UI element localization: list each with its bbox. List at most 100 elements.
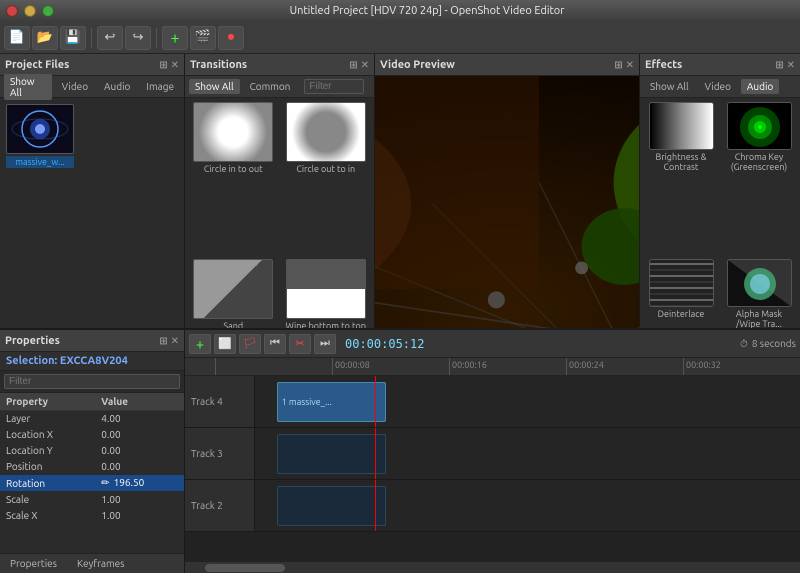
effect-thumb-chroma [727,102,792,150]
ruler-mark-32: 00:00:32 [683,358,800,375]
effect-label-alphamask: Alpha Mask/Wipe Tra... [736,309,782,329]
tab-show-all-effects[interactable]: Show All [644,79,695,94]
timeline-tracks: Track 4 1 massive_... Track 3 Track 2 [185,376,800,561]
property-row[interactable]: Scale1.00 [0,492,184,508]
track-content-4[interactable]: 1 massive_... [255,376,800,427]
timeline-remove-button[interactable]: ⬜ [214,334,236,354]
property-row[interactable]: Scale X1.00 [0,508,184,524]
effect-label-chroma: Chroma Key(Greenscreen) [731,152,787,172]
property-value: 0.00 [95,427,184,443]
tab-video-files[interactable]: Video [56,79,94,94]
track-clip-massive[interactable]: 1 massive_... [277,382,386,422]
redo-button[interactable]: ↪ [125,26,151,50]
tab-common-transitions[interactable]: Common [244,79,297,94]
timeline-scrollbar[interactable] [185,561,800,573]
properties-tabs: Properties Keyframes [0,553,184,573]
track-row-4: Track 4 1 massive_... [185,376,800,428]
panel-menu-icon[interactable]: ⊞ [159,59,167,71]
main-toolbar: 📄 📂 💾 ↩ ↪ + 🎬 ⏺ [0,22,800,54]
tab-audio-files[interactable]: Audio [98,79,136,94]
playhead-3 [375,428,376,479]
timeline-start-button[interactable]: ⏮ [264,334,286,354]
effect-item-brightness[interactable]: Brightness &Contrast [644,102,718,255]
property-value: ✏196.50 [95,475,184,492]
effects-menu-icon[interactable]: ⊞ [775,59,783,71]
property-row[interactable]: Location Y0.00 [0,443,184,459]
effects-close-icon[interactable]: ✕ [787,59,795,71]
timeline-flag-button[interactable]: 🏳 [239,334,261,354]
timeline-add-button[interactable]: + [189,334,211,354]
track-clip-2[interactable] [277,486,386,526]
timeline-duration: ⏱ 8 seconds [740,338,796,350]
track-row-3: Track 3 [185,428,800,480]
undo-button[interactable]: ↩ [97,26,123,50]
transitions-filter-input[interactable] [304,79,364,94]
video-preview-menu-icon[interactable]: ⊞ [614,59,622,71]
ruler-mark-24: 00:00:24 [566,358,683,375]
project-files-title: Project Files [5,59,69,71]
tab-audio-effects[interactable]: Audio [741,79,779,94]
tab-properties[interactable]: Properties [0,556,67,571]
project-files-tabbar: Show All Video Audio Image [0,76,184,98]
timeline-split-button[interactable]: ✂ [289,334,311,354]
properties-panel: Properties ⊞ ✕ Selection: EXCCA8V204 Pro… [0,330,185,573]
video-preview-close-icon[interactable]: ✕ [626,59,634,71]
file-label: massive_w... [6,156,74,168]
property-value: 4.00 [95,411,184,427]
import-button[interactable]: 🎬 [190,26,216,50]
properties-panel-icons: ⊞ ✕ [159,335,179,347]
save-button[interactable]: 💾 [60,26,86,50]
transition-item-circle-in-out[interactable]: Circle in to out [189,102,278,255]
timeline-end-button[interactable]: ⏭ [314,334,336,354]
timeline-ruler: 00:00:08 00:00:16 00:00:24 00:00:32 [185,358,800,376]
video-preview-title: Video Preview [380,59,455,71]
track-row-2: Track 2 [185,480,800,532]
effects-panel-icons: ⊞ ✕ [775,59,795,71]
tab-show-all-transitions[interactable]: Show All [189,79,240,94]
property-name: Layer [0,411,95,427]
new-button[interactable]: 📄 [4,26,30,50]
col-value: Value [95,393,184,411]
transition-item-circle-out-in[interactable]: Circle out to in [282,102,371,255]
property-name: Scale X [0,508,95,524]
track-label-3: Track 3 [185,428,255,479]
col-property: Property [0,393,95,411]
file-item[interactable]: massive_w... [6,104,74,168]
maximize-button[interactable] [42,5,54,17]
property-row[interactable]: Position0.00 [0,459,184,475]
property-row[interactable]: Rotation✏196.50 [0,475,184,492]
properties-close-icon[interactable]: ✕ [171,335,179,347]
effect-thumb-alphamask [727,259,792,307]
properties-menu-icon[interactable]: ⊞ [159,335,167,347]
panel-close-icon[interactable]: ✕ [171,59,179,71]
track-clip-3[interactable] [277,434,386,474]
property-name: Position [0,459,95,475]
close-button[interactable] [6,5,18,17]
tab-show-all-files[interactable]: Show All [4,74,52,100]
add-button[interactable]: + [162,26,188,50]
record-button[interactable]: ⏺ [218,26,244,50]
track-content-3[interactable] [255,428,800,479]
transition-label: Circle in to out [204,164,263,174]
property-value: 0.00 [95,459,184,475]
panel-header-icons: ⊞ ✕ [159,59,179,71]
ruler-marks: 00:00:08 00:00:16 00:00:24 00:00:32 [185,358,800,375]
project-files-header: Project Files ⊞ ✕ [0,54,184,76]
property-row[interactable]: Layer4.00 [0,411,184,427]
toolbar-separator-2 [156,28,157,48]
scrollbar-thumb[interactable] [205,564,285,572]
minimize-button[interactable] [24,5,36,17]
property-row[interactable]: Location X0.00 [0,427,184,443]
properties-filter-input[interactable] [4,374,180,389]
effects-title: Effects [645,59,682,71]
transition-thumb-circle-out-in [286,102,366,162]
tab-keyframes[interactable]: Keyframes [67,556,135,571]
transitions-close-icon[interactable]: ✕ [361,59,369,71]
tab-video-effects[interactable]: Video [699,79,737,94]
effect-label-brightness: Brightness &Contrast [655,152,706,172]
track-content-2[interactable] [255,480,800,531]
open-button[interactable]: 📂 [32,26,58,50]
tab-image-files[interactable]: Image [140,79,180,94]
effect-item-chroma[interactable]: Chroma Key(Greenscreen) [722,102,796,255]
transitions-menu-icon[interactable]: ⊞ [349,59,357,71]
